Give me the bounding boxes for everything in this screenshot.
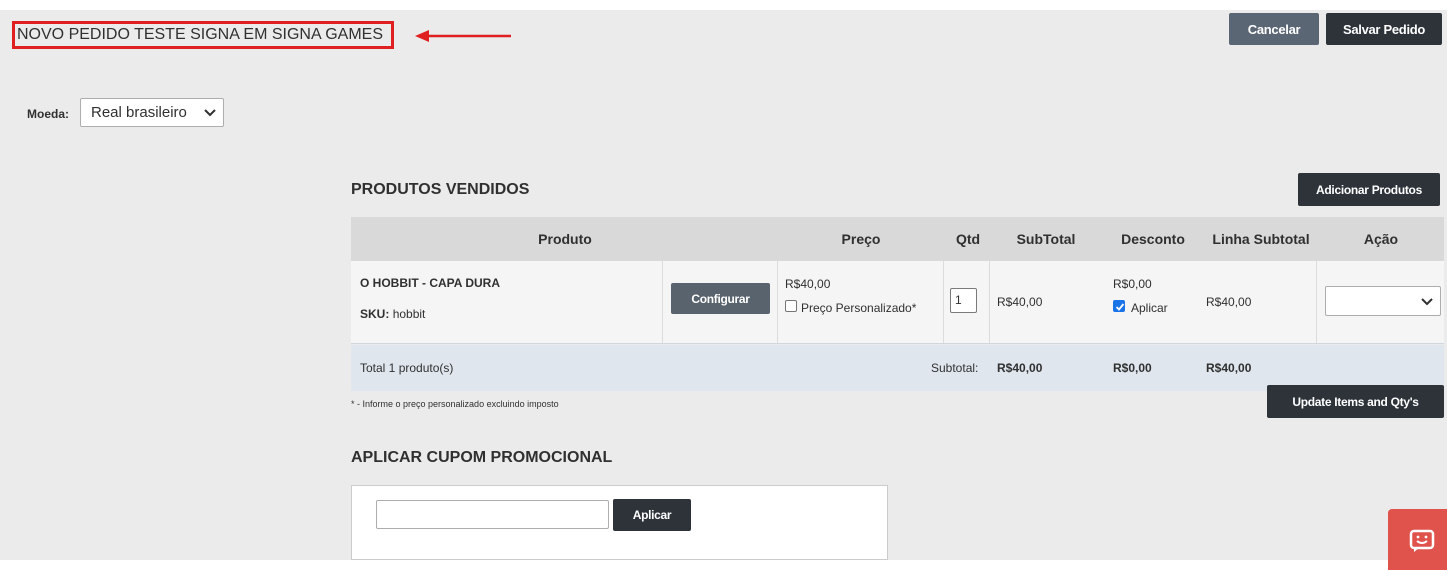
- total-products-label: Total 1 produto(s): [360, 361, 454, 375]
- products-section-title: PRODUTOS VENDIDOS: [351, 181, 530, 198]
- row-discount: R$0,00: [1113, 277, 1152, 291]
- configure-button[interactable]: Configurar: [671, 283, 770, 314]
- currency-selected-value: Real brasileiro: [91, 104, 187, 121]
- update-items-button[interactable]: Update Items and Qty's: [1267, 385, 1444, 418]
- page-title: NOVO PEDIDO TESTE SIGNA EM SIGNA GAMES: [12, 21, 394, 49]
- checkmark-icon: [1115, 303, 1125, 311]
- column-header-discount: Desconto: [1121, 231, 1185, 247]
- row-subtotal: R$40,00: [997, 295, 1043, 309]
- apply-discount-checkbox[interactable]: [1113, 300, 1125, 312]
- quantity-input[interactable]: 1: [950, 288, 977, 313]
- chevron-down-icon: [1421, 298, 1433, 306]
- apply-coupon-button[interactable]: Aplicar: [613, 499, 691, 531]
- currency-label: Moeda:: [27, 107, 69, 121]
- coupon-input[interactable]: [376, 500, 609, 529]
- chat-icon: [1409, 529, 1435, 552]
- product-price: R$40,00: [785, 277, 831, 291]
- coupon-section-title: APLICAR CUPOM PROMOCIONAL: [351, 449, 613, 466]
- apply-discount-label: Aplicar: [1131, 301, 1168, 315]
- custom-price-label: Preço Personalizado*: [801, 301, 917, 315]
- column-header-subtotal: SubTotal: [1016, 231, 1076, 247]
- column-header-line-subtotal: Linha Subtotal: [1212, 231, 1310, 247]
- add-products-button[interactable]: Adicionar Produtos: [1298, 173, 1440, 206]
- save-order-button[interactable]: Salvar Pedido: [1326, 13, 1442, 45]
- product-sku: SKU: hobbit: [360, 307, 425, 321]
- column-header-product: Produto: [538, 231, 592, 247]
- currency-select[interactable]: Real brasileiro: [80, 98, 224, 127]
- custom-price-checkbox[interactable]: [785, 300, 797, 312]
- action-select[interactable]: [1325, 286, 1441, 316]
- footer-subtotal: R$40,00: [997, 361, 1043, 375]
- order-page: NOVO PEDIDO TESTE SIGNA EM SIGNA GAMES C…: [0, 10, 1447, 570]
- sku-label: SKU:: [360, 307, 390, 321]
- custom-price-note: * - Informe o preço personalizado exclui…: [351, 399, 559, 409]
- chevron-down-icon: [204, 109, 216, 117]
- column-header-action: Ação: [1363, 231, 1399, 247]
- product-name: O HOBBIT - CAPA DURA: [360, 276, 500, 290]
- column-header-price: Preço: [841, 231, 881, 247]
- footer-line-subtotal: R$40,00: [1206, 361, 1252, 375]
- footer-subtotal-label: Subtotal:: [931, 361, 979, 375]
- footer-discount: R$0,00: [1113, 361, 1152, 375]
- cancel-button[interactable]: Cancelar: [1229, 13, 1319, 45]
- arrow-left-icon: [415, 30, 511, 42]
- coupon-panel: Aplicar: [351, 485, 888, 560]
- column-header-qty: Qtd: [955, 231, 981, 247]
- table-row: O HOBBIT - CAPA DURA SKU: hobbit Configu…: [351, 261, 1444, 344]
- chat-button[interactable]: [1388, 509, 1447, 570]
- sku-value: hobbit: [392, 307, 426, 321]
- page-header: NOVO PEDIDO TESTE SIGNA EM SIGNA GAMES C…: [0, 10, 1447, 60]
- products-grid-header: Produto Preço Qtd SubTotal Desconto Linh…: [351, 217, 1444, 261]
- row-line-subtotal: R$40,00: [1206, 295, 1252, 309]
